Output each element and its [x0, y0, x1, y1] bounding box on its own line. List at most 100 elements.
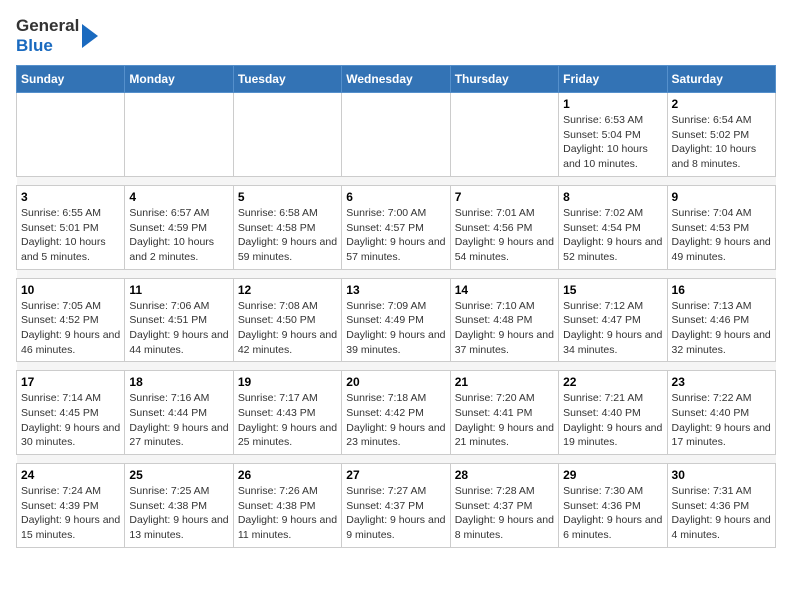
day-number: 30	[672, 468, 771, 482]
calendar-cell: 14 Sunrise: 7:10 AM Sunset: 4:48 PM Dayli…	[450, 278, 558, 362]
day-info: Sunrise: 6:58 AM Sunset: 4:58 PM Dayligh…	[238, 206, 337, 265]
page-header: General Blue	[16, 16, 776, 55]
calendar-cell: 12 Sunrise: 7:08 AM Sunset: 4:50 PM Dayli…	[233, 278, 341, 362]
day-number: 11	[129, 283, 228, 297]
day-number: 10	[21, 283, 120, 297]
day-number: 12	[238, 283, 337, 297]
day-info: Sunrise: 7:10 AM Sunset: 4:48 PM Dayligh…	[455, 299, 554, 358]
calendar-cell	[125, 93, 233, 177]
day-info: Sunrise: 7:05 AM Sunset: 4:52 PM Dayligh…	[21, 299, 120, 358]
day-info: Sunrise: 7:18 AM Sunset: 4:42 PM Dayligh…	[346, 391, 445, 450]
calendar-cell: 15 Sunrise: 7:12 AM Sunset: 4:47 PM Dayli…	[559, 278, 667, 362]
calendar-cell: 4 Sunrise: 6:57 AM Sunset: 4:59 PM Daylig…	[125, 185, 233, 269]
day-number: 9	[672, 190, 771, 204]
day-number: 25	[129, 468, 228, 482]
calendar-cell: 7Sunrise: 7:01 AM Sunset: 4:56 PM Daylig…	[450, 185, 558, 269]
day-info: Sunrise: 7:27 AM Sunset: 4:37 PM Dayligh…	[346, 484, 445, 543]
calendar-header-row: SundayMondayTuesdayWednesdayThursdayFrid…	[17, 66, 776, 93]
calendar-week-4: 17 Sunrise: 7:14 AM Sunset: 4:45 PM Dayli…	[17, 371, 776, 455]
column-header-saturday: Saturday	[667, 66, 775, 93]
day-info: Sunrise: 6:57 AM Sunset: 4:59 PM Dayligh…	[129, 206, 228, 265]
calendar-cell: 18 Sunrise: 7:16 AM Sunset: 4:44 PM Dayli…	[125, 371, 233, 455]
column-header-tuesday: Tuesday	[233, 66, 341, 93]
day-number: 22	[563, 375, 662, 389]
calendar-cell: 5 Sunrise: 6:58 AM Sunset: 4:58 PM Daylig…	[233, 185, 341, 269]
calendar-week-2: 3 Sunrise: 6:55 AM Sunset: 5:01 PM Daylig…	[17, 185, 776, 269]
week-spacer	[17, 176, 776, 185]
calendar-cell	[342, 93, 450, 177]
day-info: Sunrise: 7:31 AM Sunset: 4:36 PM Dayligh…	[672, 484, 771, 543]
day-number: 28	[455, 468, 554, 482]
calendar-cell	[233, 93, 341, 177]
day-number: 5	[238, 190, 337, 204]
calendar-cell: 16Sunrise: 7:13 AM Sunset: 4:46 PM Dayli…	[667, 278, 775, 362]
column-header-thursday: Thursday	[450, 66, 558, 93]
calendar-week-1: 1Sunrise: 6:53 AM Sunset: 5:04 PM Daylig…	[17, 93, 776, 177]
calendar-cell: 11 Sunrise: 7:06 AM Sunset: 4:51 PM Dayli…	[125, 278, 233, 362]
calendar-week-3: 10 Sunrise: 7:05 AM Sunset: 4:52 PM Dayli…	[17, 278, 776, 362]
day-number: 2	[672, 97, 771, 111]
day-number: 21	[455, 375, 554, 389]
day-info: Sunrise: 7:08 AM Sunset: 4:50 PM Dayligh…	[238, 299, 337, 358]
calendar-cell: 27 Sunrise: 7:27 AM Sunset: 4:37 PM Dayli…	[342, 464, 450, 548]
day-number: 23	[672, 375, 771, 389]
day-info: Sunrise: 7:02 AM Sunset: 4:54 PM Dayligh…	[563, 206, 662, 265]
day-info: Sunrise: 7:24 AM Sunset: 4:39 PM Dayligh…	[21, 484, 120, 543]
day-info: Sunrise: 7:06 AM Sunset: 4:51 PM Dayligh…	[129, 299, 228, 358]
calendar-body: 1Sunrise: 6:53 AM Sunset: 5:04 PM Daylig…	[17, 93, 776, 548]
day-info: Sunrise: 6:55 AM Sunset: 5:01 PM Dayligh…	[21, 206, 120, 265]
calendar-cell: 25 Sunrise: 7:25 AM Sunset: 4:38 PM Dayli…	[125, 464, 233, 548]
calendar-cell: 3 Sunrise: 6:55 AM Sunset: 5:01 PM Daylig…	[17, 185, 125, 269]
day-number: 18	[129, 375, 228, 389]
week-spacer	[17, 269, 776, 278]
calendar-cell: 26Sunrise: 7:26 AM Sunset: 4:38 PM Dayli…	[233, 464, 341, 548]
calendar-cell	[450, 93, 558, 177]
day-info: Sunrise: 7:12 AM Sunset: 4:47 PM Dayligh…	[563, 299, 662, 358]
day-info: Sunrise: 7:16 AM Sunset: 4:44 PM Dayligh…	[129, 391, 228, 450]
calendar-cell: 23 Sunrise: 7:22 AM Sunset: 4:40 PM Dayli…	[667, 371, 775, 455]
calendar-cell: 28 Sunrise: 7:28 AM Sunset: 4:37 PM Dayli…	[450, 464, 558, 548]
calendar-cell: 10 Sunrise: 7:05 AM Sunset: 4:52 PM Dayli…	[17, 278, 125, 362]
day-number: 20	[346, 375, 445, 389]
day-info: Sunrise: 7:25 AM Sunset: 4:38 PM Dayligh…	[129, 484, 228, 543]
calendar-cell: 24 Sunrise: 7:24 AM Sunset: 4:39 PM Dayli…	[17, 464, 125, 548]
calendar-cell: 1Sunrise: 6:53 AM Sunset: 5:04 PM Daylig…	[559, 93, 667, 177]
day-number: 27	[346, 468, 445, 482]
calendar-cell: 22Sunrise: 7:21 AM Sunset: 4:40 PM Dayli…	[559, 371, 667, 455]
day-info: Sunrise: 7:26 AM Sunset: 4:38 PM Dayligh…	[238, 484, 337, 543]
day-info: Sunrise: 7:20 AM Sunset: 4:41 PM Dayligh…	[455, 391, 554, 450]
calendar-cell	[17, 93, 125, 177]
day-number: 13	[346, 283, 445, 297]
calendar-cell: 19Sunrise: 7:17 AM Sunset: 4:43 PM Dayli…	[233, 371, 341, 455]
calendar-table: SundayMondayTuesdayWednesdayThursdayFrid…	[16, 65, 776, 548]
week-spacer	[17, 455, 776, 464]
day-info: Sunrise: 7:22 AM Sunset: 4:40 PM Dayligh…	[672, 391, 771, 450]
day-number: 16	[672, 283, 771, 297]
day-number: 15	[563, 283, 662, 297]
day-number: 3	[21, 190, 120, 204]
day-info: Sunrise: 7:17 AM Sunset: 4:43 PM Dayligh…	[238, 391, 337, 450]
calendar-cell: 20 Sunrise: 7:18 AM Sunset: 4:42 PM Dayli…	[342, 371, 450, 455]
calendar-cell: 9 Sunrise: 7:04 AM Sunset: 4:53 PM Daylig…	[667, 185, 775, 269]
day-info: Sunrise: 7:30 AM Sunset: 4:36 PM Dayligh…	[563, 484, 662, 543]
day-number: 14	[455, 283, 554, 297]
calendar-cell: 8Sunrise: 7:02 AM Sunset: 4:54 PM Daylig…	[559, 185, 667, 269]
day-number: 7	[455, 190, 554, 204]
calendar-cell: 29Sunrise: 7:30 AM Sunset: 4:36 PM Dayli…	[559, 464, 667, 548]
day-number: 4	[129, 190, 228, 204]
logo: General Blue	[16, 16, 98, 55]
day-info: Sunrise: 7:14 AM Sunset: 4:45 PM Dayligh…	[21, 391, 120, 450]
day-info: Sunrise: 7:28 AM Sunset: 4:37 PM Dayligh…	[455, 484, 554, 543]
logo-arrow-icon	[82, 24, 98, 48]
day-number: 6	[346, 190, 445, 204]
day-number: 24	[21, 468, 120, 482]
column-header-monday: Monday	[125, 66, 233, 93]
calendar-cell: 6Sunrise: 7:00 AM Sunset: 4:57 PM Daylig…	[342, 185, 450, 269]
day-number: 1	[563, 97, 662, 111]
calendar-week-5: 24 Sunrise: 7:24 AM Sunset: 4:39 PM Dayli…	[17, 464, 776, 548]
day-info: Sunrise: 7:09 AM Sunset: 4:49 PM Dayligh…	[346, 299, 445, 358]
day-info: Sunrise: 7:04 AM Sunset: 4:53 PM Dayligh…	[672, 206, 771, 265]
day-number: 17	[21, 375, 120, 389]
calendar-cell: 13 Sunrise: 7:09 AM Sunset: 4:49 PM Dayli…	[342, 278, 450, 362]
calendar-cell: 30 Sunrise: 7:31 AM Sunset: 4:36 PM Dayli…	[667, 464, 775, 548]
